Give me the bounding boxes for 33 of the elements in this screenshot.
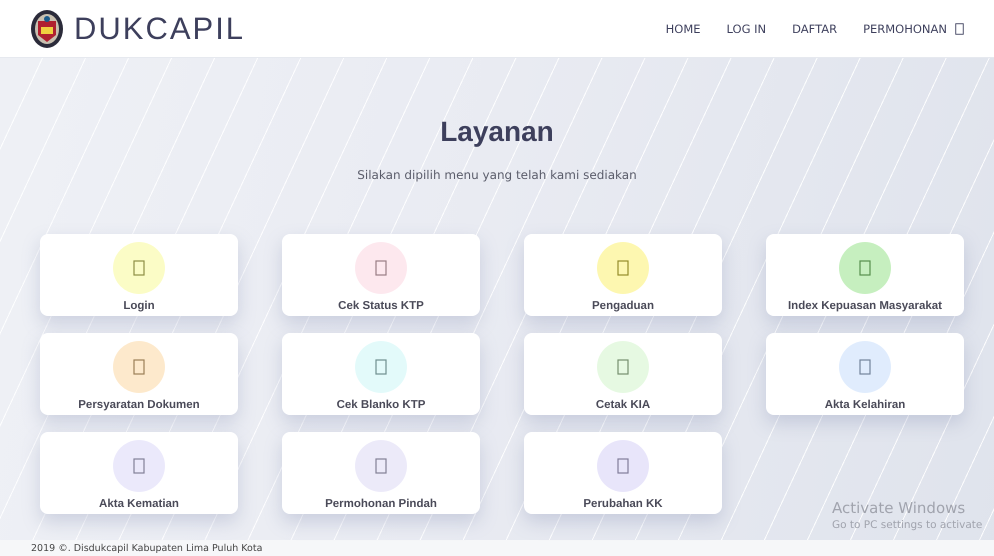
service-card[interactable]: Permohonan Pindah — [282, 432, 480, 514]
service-card[interactable]: Login — [40, 234, 238, 316]
service-card[interactable]: Cek Blanko KTP — [282, 333, 480, 415]
activation-message: Go to PC settings to activate — [832, 519, 982, 531]
page-title: Layanan — [439, 116, 555, 148]
service-card[interactable]: Pengaduan — [524, 234, 722, 316]
nav-link[interactable]: DAFTAR — [792, 22, 838, 36]
square-icon — [617, 260, 629, 276]
square-icon — [617, 458, 629, 474]
page-subtitle: Silakan dipilih menu yang telah kami sediakan — [356, 168, 638, 182]
square-icon — [133, 260, 145, 276]
brand-name[interactable]: DUKCAPIL — [74, 10, 246, 46]
square-icon — [375, 359, 387, 375]
square-icon — [133, 359, 145, 375]
service-card[interactable]: Akta Kematian — [40, 432, 238, 514]
square-icon — [859, 359, 871, 375]
nav-link[interactable]: PERMOHONAN — [863, 22, 964, 36]
square-icon — [375, 458, 387, 474]
service-card[interactable]: Cetak KIA — [524, 333, 722, 415]
nav-link[interactable]: HOME — [666, 22, 701, 36]
nav-link[interactable]: LOG IN — [726, 22, 766, 36]
footer-text: 2019 ©. Disdukcapil Kabupaten Lima Puluh Kota — [31, 542, 262, 554]
service-card[interactable]: Persyaratan Dokumen — [40, 333, 238, 415]
square-icon — [859, 260, 871, 276]
square-icon — [617, 359, 629, 375]
square-icon — [375, 260, 387, 276]
service-card[interactable]: Akta Kelahiran — [766, 333, 964, 415]
logo-icon[interactable] — [30, 8, 64, 48]
service-card[interactable]: Cek Status KTP — [282, 234, 480, 316]
service-card[interactable]: Perubahan KK — [524, 432, 722, 514]
activation-title: Activate Windows — [832, 499, 966, 517]
square-icon — [133, 458, 145, 474]
service-card[interactable]: Index Kepuasan Masyarakat — [766, 234, 964, 316]
